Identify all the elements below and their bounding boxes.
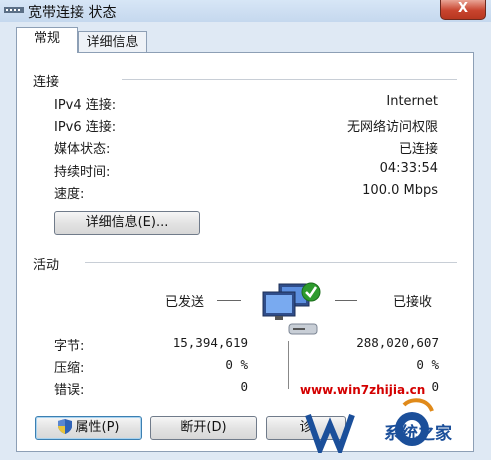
speed-value: 100.0 Mbps [362, 183, 438, 198]
close-button[interactable]: X [440, 0, 486, 20]
ipv6-value: 无网络访问权限 [346, 120, 438, 135]
tab-general-label: 常规 [33, 31, 60, 46]
compression-label: 压缩: [54, 361, 85, 376]
ipv6-label: IPv6 连接: [54, 120, 117, 135]
bytes-label: 字节: [54, 339, 85, 354]
sent-label: 已发送 [165, 295, 205, 310]
tab-details[interactable]: 详细信息 [78, 31, 147, 53]
speed-label: 速度: [54, 187, 85, 202]
ipv4-value: Internet [386, 94, 438, 109]
title-bar: 宽带连接 状态 X [0, 0, 491, 22]
ipv4-label: IPv4 连接: [54, 98, 117, 113]
tab-general[interactable]: 常规 [16, 27, 78, 53]
bytes-received-value: 288,020,607 [356, 335, 439, 350]
compression-received-value: 0 % [416, 357, 439, 372]
properties-button[interactable]: 属性(P) [35, 416, 142, 440]
errors-sent-value: 0 [240, 379, 248, 394]
watermark-brand: 系统之家 [384, 424, 452, 444]
activity-separator [288, 341, 289, 389]
activity-divider [85, 262, 457, 263]
details-button[interactable]: 详细信息(E)... [54, 211, 200, 235]
sent-dash [217, 300, 241, 301]
media-state-label: 媒体状态: [54, 142, 111, 157]
window-title: 宽带连接 状态 [28, 5, 117, 21]
properties-button-label: 属性(P) [75, 420, 120, 435]
uac-shield-icon [57, 419, 72, 434]
connection-section-label: 连接 [33, 75, 60, 90]
bytes-sent-value: 15,394,619 [172, 335, 248, 350]
network-connection-icon [4, 7, 24, 13]
errors-label: 错误: [54, 383, 85, 398]
activity-section-label: 活动 [33, 258, 60, 273]
close-icon: X [457, 1, 469, 16]
duration-value: 04:33:54 [379, 161, 438, 176]
watermark-url: www.win7zhijia.cn [300, 383, 426, 397]
connection-divider [122, 79, 457, 80]
errors-received-value: 0 [431, 379, 439, 394]
received-dash [335, 300, 357, 301]
network-computers-icon [262, 282, 321, 335]
duration-label: 持续时间: [54, 165, 111, 180]
compression-sent-value: 0 % [225, 357, 248, 372]
tab-details-label: 详细信息 [86, 35, 139, 50]
disconnect-button[interactable]: 断开(D) [150, 416, 257, 440]
received-label: 已接收 [393, 295, 433, 310]
media-state-value: 已连接 [398, 142, 438, 157]
